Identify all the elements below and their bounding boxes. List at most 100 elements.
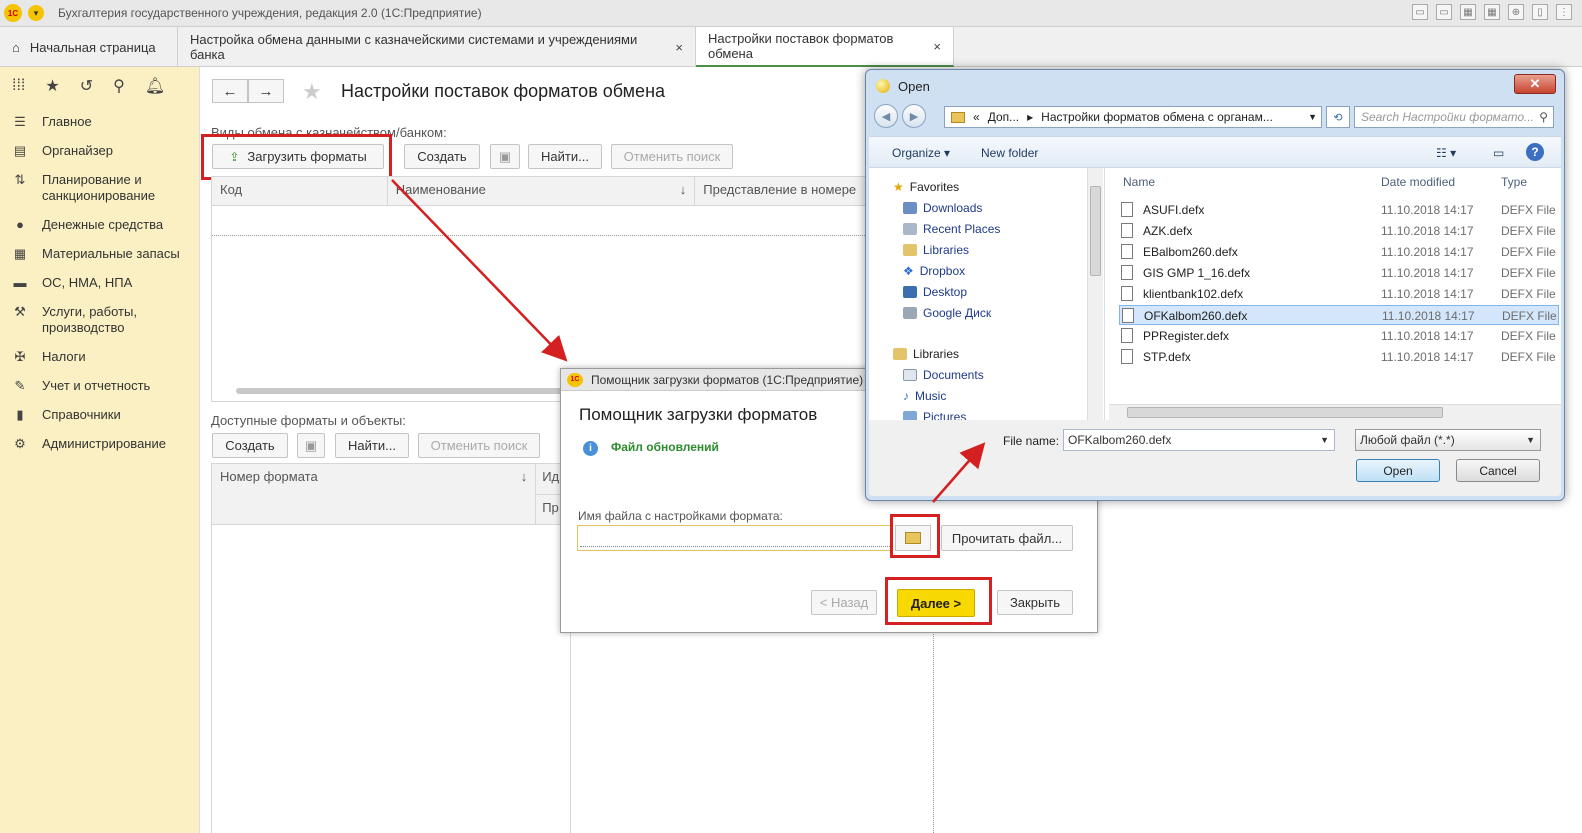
back-button[interactable]: ← <box>212 79 248 103</box>
path-segment[interactable]: Доп... <box>988 110 1019 124</box>
tree-google-drive[interactable]: Google Диск <box>903 306 991 320</box>
arrow-left-icon: ← <box>222 82 238 100</box>
table-row[interactable] <box>212 206 865 236</box>
tree-label: Pictures <box>923 410 967 420</box>
chevron-down-icon[interactable]: ▼ <box>1308 112 1317 122</box>
find-button[interactable]: Найти... <box>528 144 602 169</box>
tree-libraries-fav[interactable]: Libraries <box>903 243 969 257</box>
file-name-input[interactable] <box>577 525 893 551</box>
sidebar-item-money[interactable]: ● Денежные средства <box>0 217 199 233</box>
cancel-search-button[interactable]: Отменить поиск <box>611 144 733 169</box>
tree-favorites[interactable]: ★ Favorites <box>893 180 959 194</box>
column-code[interactable]: Код <box>212 177 388 205</box>
copy-button[interactable]: ▣ <box>490 144 520 169</box>
cancel-button[interactable]: Cancel <box>1456 459 1540 482</box>
main-menu-button[interactable]: ▾ <box>28 5 44 21</box>
scroll-thumb[interactable] <box>1127 407 1443 418</box>
organize-button[interactable]: Organize ▾ <box>892 146 950 160</box>
create-button[interactable]: Создать <box>404 144 480 169</box>
file-row[interactable]: EBalbom260.defx 11.10.2018 14:17 DEFX File <box>1119 242 1559 262</box>
sidebar-item-taxes[interactable]: ✠ Налоги <box>0 349 199 365</box>
tree-dropbox[interactable]: ❖ Dropbox <box>903 264 965 278</box>
tab-exchange-settings[interactable]: Настройка обмена данными с казначейскими… <box>178 27 696 67</box>
file-type-filter[interactable]: Любой файл (*.*) ▼ <box>1355 429 1541 451</box>
column-name[interactable]: Name <box>1123 175 1155 189</box>
find2-button[interactable]: Найти... <box>335 433 409 458</box>
horizontal-scrollbar[interactable] <box>236 388 566 394</box>
tree-downloads[interactable]: Downloads <box>903 201 982 215</box>
column-format-number[interactable]: Номер формата ↓ <box>212 464 537 524</box>
sidebar-item-references[interactable]: ▮ Справочники <box>0 407 199 423</box>
history-icon[interactable]: ↺ <box>80 76 93 96</box>
sidebar-item-services[interactable]: ⚒ Услуги, работы, производство <box>0 304 199 336</box>
scroll-thumb[interactable] <box>1090 186 1101 276</box>
tree-scrollbar[interactable] <box>1087 168 1103 420</box>
apps-grid-icon[interactable]: ⁞⁞⁞ <box>12 77 25 95</box>
search-icon[interactable]: ⚲ <box>113 76 125 96</box>
close-icon[interactable]: × <box>675 40 683 55</box>
calendar-icon[interactable]: ▦ <box>1484 4 1500 20</box>
tree-music[interactable]: ♪ Music <box>903 389 946 403</box>
file-row[interactable]: GIS GMP 1_16.defx 11.10.2018 14:17 DEFX Fi… <box>1119 263 1559 283</box>
back-step-button[interactable]: < Назад <box>811 590 877 615</box>
bell-icon[interactable]: 🔔︎ <box>145 76 165 96</box>
sidebar-item-assets[interactable]: ▬ ОС, НМА, НПА <box>0 275 199 291</box>
file-row[interactable]: AZK.defx 11.10.2018 14:17 DEFX File <box>1119 221 1559 241</box>
search-input[interactable]: Search Настройки формато... ⚲ <box>1354 106 1554 128</box>
close-button[interactable]: ✕ <box>1514 74 1556 94</box>
chevron-down-icon[interactable]: ▼ <box>1320 435 1329 445</box>
forward-arrow-icon[interactable]: ▶ <box>902 104 926 128</box>
refresh-button[interactable]: ⟲ <box>1326 106 1350 128</box>
favorites-star-icon[interactable]: ★ <box>45 76 59 96</box>
favorite-star-icon[interactable]: ★ <box>302 79 322 105</box>
sidebar-item-accounting[interactable]: ✎ Учет и отчетность <box>0 378 199 394</box>
address-bar[interactable]: « Доп... ▸ Настройки форматов обмена с о… <box>944 106 1322 128</box>
file-list-scrollbar[interactable] <box>1109 404 1561 420</box>
tab-home[interactable]: ⌂ Начальная страница <box>0 27 178 67</box>
zoom-icon[interactable]: ⊕ <box>1508 4 1524 20</box>
file-row[interactable]: klientbank102.defx 11.10.2018 14:17 DEFX F… <box>1119 284 1559 304</box>
more-icon[interactable]: ⋮ <box>1556 4 1572 20</box>
calculator-icon[interactable]: ▦ <box>1460 4 1476 20</box>
file-row[interactable]: STP.defx 11.10.2018 14:17 DEFX File <box>1119 347 1559 367</box>
chevron-down-icon[interactable]: ▼ <box>1526 435 1535 445</box>
formats-grid-body[interactable] <box>211 525 571 833</box>
back-arrow-icon[interactable]: ◀ <box>874 104 898 128</box>
close-icon[interactable]: × <box>933 39 941 54</box>
print-icon[interactable]: ▭ <box>1412 4 1428 20</box>
tree-pictures[interactable]: Pictures <box>903 410 966 420</box>
file-row[interactable]: PPRegister.defx 11.10.2018 14:17 DEFX File <box>1119 326 1559 346</box>
file-name-field[interactable]: OFKalbom260.defx ▼ <box>1063 429 1335 451</box>
sidebar-item-organizer[interactable]: ▤ Органайзер <box>0 143 199 159</box>
help-icon[interactable]: ? <box>1526 143 1544 161</box>
read-file-button[interactable]: Прочитать файл... <box>941 525 1073 551</box>
cancel-search2-button[interactable]: Отменить поиск <box>418 433 540 458</box>
tree-recent-places[interactable]: Recent Places <box>903 222 1000 236</box>
sidebar-item-admin[interactable]: ⚙ Администрирование <box>0 436 199 452</box>
forward-button[interactable]: → <box>248 79 284 103</box>
panels-icon[interactable]: ▯ <box>1532 4 1548 20</box>
tree-libraries[interactable]: Libraries <box>893 347 959 361</box>
preview-pane-icon[interactable]: ▭ <box>1493 146 1504 160</box>
create2-button[interactable]: Создать <box>212 433 288 458</box>
copy2-button[interactable]: ▣ <box>297 433 325 458</box>
sidebar-item-main[interactable]: ☰ Главное <box>0 114 199 130</box>
close-dialog-button[interactable]: Закрыть <box>997 590 1073 615</box>
view-options-icon[interactable]: ☷ ▾ <box>1436 146 1456 160</box>
tree-documents[interactable]: Documents <box>903 368 984 382</box>
tab-format-settings[interactable]: Настройки поставок форматов обмена × <box>696 27 954 67</box>
column-representation[interactable]: Представление в номере <box>695 177 865 205</box>
column-name[interactable]: Наименование ↓ <box>388 177 696 205</box>
column-date-modified[interactable]: Date modified <box>1381 175 1455 189</box>
new-folder-button[interactable]: New folder <box>981 146 1038 160</box>
sidebar-item-planning[interactable]: ⇅ Планирование и санкционирование <box>0 172 199 204</box>
path-segment[interactable]: Настройки форматов обмена с органам... <box>1041 110 1273 124</box>
column-type[interactable]: Type <box>1501 175 1527 189</box>
file-date: 11.10.2018 14:17 <box>1381 245 1474 259</box>
preview-icon[interactable]: ▭ <box>1436 4 1452 20</box>
file-row[interactable]: ASUFI.defx 11.10.2018 14:17 DEFX File <box>1119 200 1559 220</box>
tree-desktop[interactable]: Desktop <box>903 285 967 299</box>
open-button[interactable]: Open <box>1356 459 1440 482</box>
sidebar-item-inventory[interactable]: ▦ Материальные запасы <box>0 246 199 262</box>
file-row-selected[interactable]: OFKalbom260.defx 11.10.2018 14:17 DEFX Fil… <box>1119 305 1559 325</box>
